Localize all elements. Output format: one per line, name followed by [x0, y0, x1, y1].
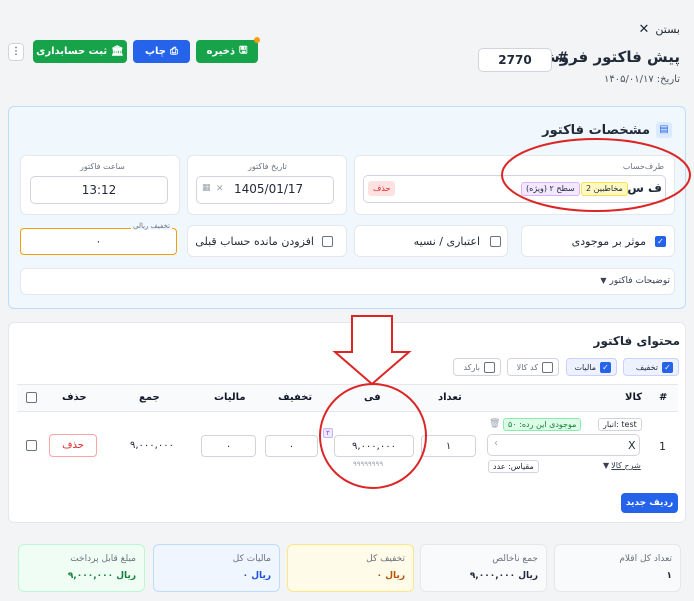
- annotation-arrow: [332, 315, 412, 386]
- annotation-ellipse-account: [501, 138, 691, 212]
- annotation-ellipse-price: [319, 383, 427, 489]
- annotation-overlay: [319, 138, 691, 489]
